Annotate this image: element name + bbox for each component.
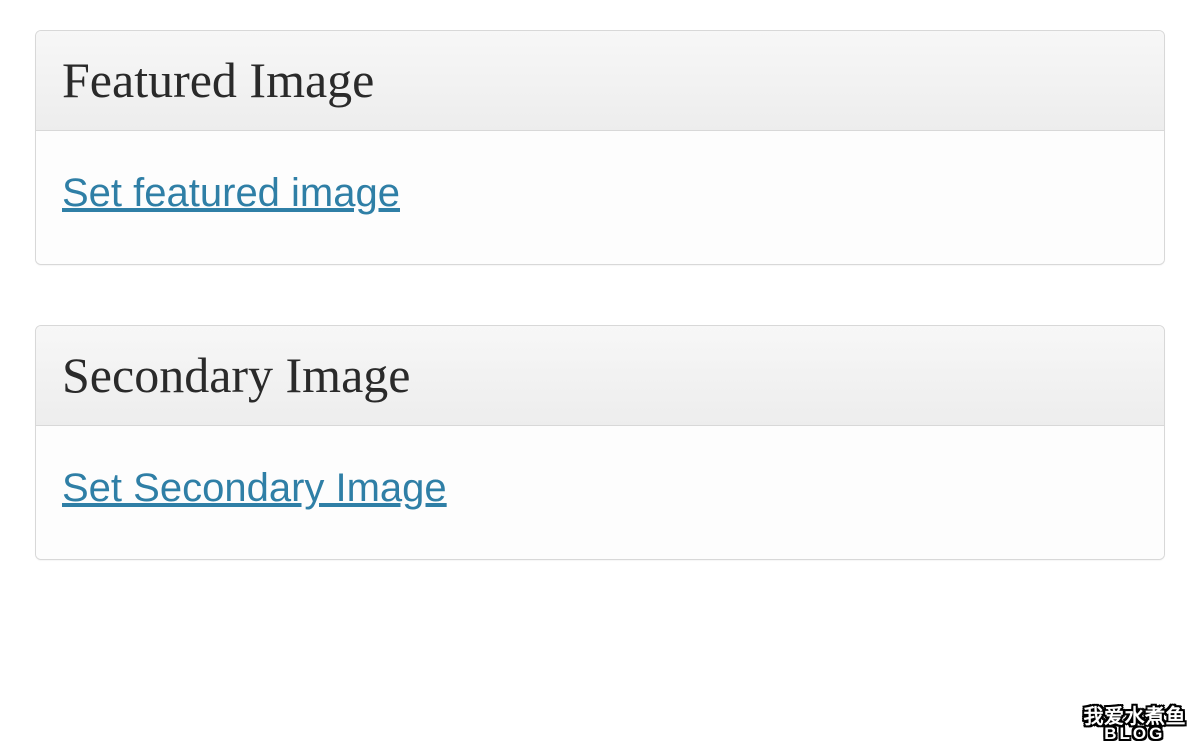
watermark-line2: BLOG bbox=[1084, 726, 1187, 741]
watermark-logo: 我爱水煮鱼 BLOG bbox=[1084, 708, 1187, 741]
secondary-image-metabox: Secondary Image Set Secondary Image bbox=[35, 325, 1165, 560]
metabox-header: Featured Image bbox=[36, 31, 1164, 131]
featured-image-metabox: Featured Image Set featured image bbox=[35, 30, 1165, 265]
featured-image-title: Featured Image bbox=[62, 53, 1138, 108]
metabox-header: Secondary Image bbox=[36, 326, 1164, 426]
metabox-body: Set featured image bbox=[36, 131, 1164, 264]
secondary-image-title: Secondary Image bbox=[62, 348, 1138, 403]
metabox-body: Set Secondary Image bbox=[36, 426, 1164, 559]
set-featured-image-link[interactable]: Set featured image bbox=[62, 171, 400, 216]
set-secondary-image-link[interactable]: Set Secondary Image bbox=[62, 466, 447, 511]
